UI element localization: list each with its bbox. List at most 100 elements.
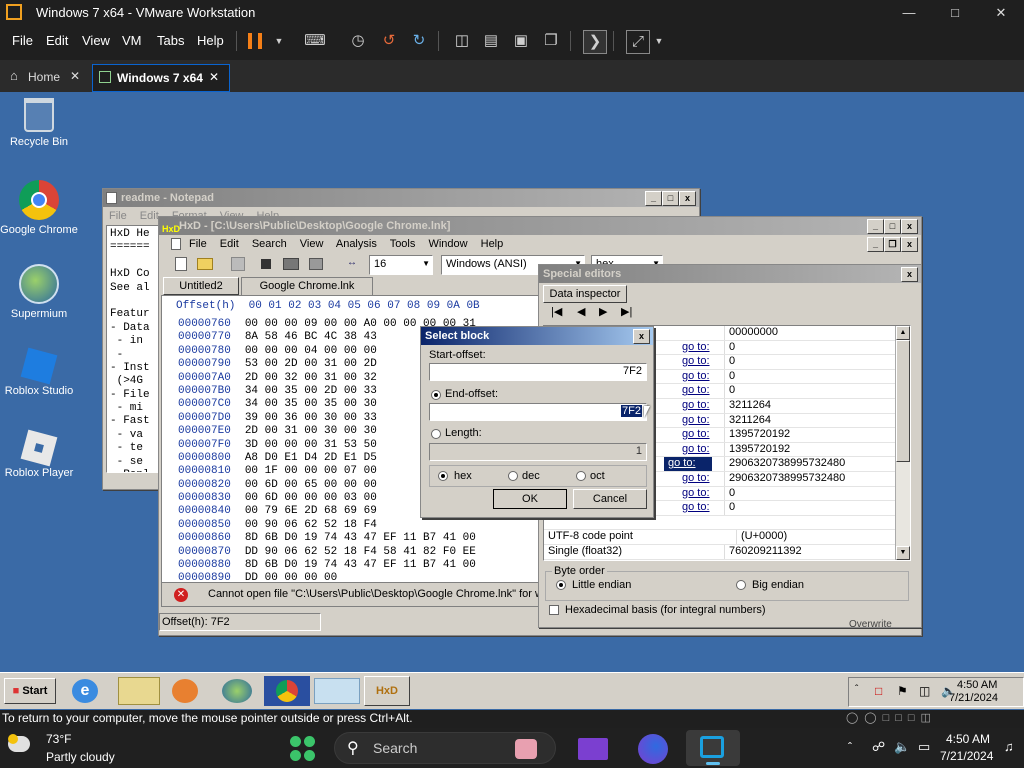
goto-link[interactable]: go to: [682, 399, 710, 413]
next-icon[interactable]: ▶ [599, 305, 607, 318]
mdi-restore-button[interactable]: ❐ [884, 237, 901, 252]
oct-radio[interactable] [576, 471, 586, 481]
network-icon[interactable]: ☍ [872, 739, 885, 755]
little-endian-radio[interactable] [556, 580, 566, 590]
close-button[interactable]: x [901, 267, 918, 282]
menu-vm[interactable]: VM [122, 33, 142, 48]
tab-untitled2[interactable]: Untitled2 [163, 277, 239, 295]
stop-icon[interactable] [261, 259, 271, 269]
stretch-icon[interactable]: ⤢ [626, 30, 650, 54]
flag-icon[interactable]: ⚑ [897, 684, 908, 698]
menu-view[interactable]: View [82, 33, 110, 48]
menu-edit[interactable]: Edit [220, 238, 239, 250]
tray-chevron-icon[interactable]: ˆ [848, 740, 852, 754]
previous-icon[interactable]: ◀ [577, 305, 585, 318]
goto-link[interactable]: go to: [682, 370, 710, 384]
pause-icon[interactable] [248, 33, 262, 49]
file-explorer-icon[interactable] [578, 738, 608, 760]
goto-link[interactable]: go to: [682, 341, 710, 355]
vmware-taskbar-icon[interactable] [686, 730, 740, 766]
goto-link[interactable]: go to: [682, 487, 710, 501]
snapshot-manager-icon[interactable]: ↻ [408, 30, 430, 52]
desktop-icon-chrome[interactable]: Google Chrome [0, 180, 78, 236]
goto-link[interactable]: go to: [682, 384, 710, 398]
length-input[interactable]: 1 [429, 443, 647, 461]
close-button[interactable]: x [633, 329, 650, 344]
unity-icon[interactable]: ❐ [540, 30, 562, 52]
menu-file[interactable]: File [12, 33, 33, 48]
dec-radio[interactable] [508, 471, 518, 481]
last-icon[interactable]: ▶| [621, 305, 632, 318]
big-endian-radio[interactable] [736, 580, 746, 590]
cancel-button[interactable]: Cancel [573, 489, 647, 509]
weather-widget[interactable]: 73°F Partly cloudy [6, 730, 126, 766]
menu-analysis[interactable]: Analysis [336, 238, 377, 250]
hex-basis-checkbox[interactable] [549, 605, 559, 615]
close-icon[interactable]: ✕ [209, 70, 219, 84]
firefox-icon[interactable] [638, 734, 668, 764]
ie-icon[interactable]: e [72, 679, 98, 703]
mdi-close-button[interactable]: x [901, 237, 918, 252]
hex-row[interactable]: 00000850 00 90 06 62 52 18 F4 [178, 519, 538, 532]
hex-row[interactable]: 00000880 8D 6B D0 19 74 43 47 EF 11 B7 41… [178, 559, 538, 572]
maximize-button[interactable]: □ [932, 0, 978, 25]
close-icon[interactable]: ✕ [70, 69, 80, 83]
thumbnail-icon[interactable]: ▤ [480, 30, 502, 52]
desktop-icon-roblox-player[interactable]: Roblox Player [0, 428, 78, 479]
goto-link[interactable]: go to: [682, 443, 710, 457]
goto-link[interactable]: go to: [682, 355, 710, 369]
end-offset-radio[interactable] [431, 390, 441, 400]
menu-file[interactable]: File [109, 210, 127, 222]
notepad-taskbar-icon[interactable] [314, 678, 360, 704]
revert-snapshot-icon[interactable]: ↺ [378, 30, 400, 52]
snapshot-icon[interactable]: ◷ [347, 30, 369, 52]
minimize-button[interactable]: — [886, 0, 932, 25]
close-button[interactable]: x [901, 219, 918, 234]
hex-row[interactable]: 00000870 DD 90 06 62 52 18 F4 58 41 82 F0… [178, 546, 538, 559]
chevron-down-icon[interactable]: ▼ [648, 30, 670, 52]
desktop-icon-recycle-bin[interactable]: Recycle Bin [0, 98, 78, 148]
scroll-thumb[interactable] [896, 340, 910, 462]
goto-link[interactable]: go to: [664, 457, 712, 471]
tab-google-chrome-lnk[interactable]: Google Chrome.lnk [241, 277, 373, 295]
menu-help[interactable]: Help [197, 33, 224, 48]
goto-link[interactable]: go to: [682, 414, 710, 428]
scroll-down-button[interactable]: ▼ [896, 546, 910, 560]
goto-link[interactable]: go to: [682, 472, 710, 486]
maximize-button[interactable]: □ [884, 219, 901, 234]
search-box[interactable]: ⚲ Search [334, 732, 556, 764]
start-button[interactable]: ■ Start [4, 678, 56, 704]
media-player-icon[interactable] [172, 679, 198, 703]
tray-chevron-icon[interactable]: ˆ [855, 684, 858, 695]
maximize-button[interactable]: □ [662, 191, 679, 206]
console-icon[interactable]: ❯ [583, 30, 607, 54]
volume-icon[interactable]: 🔈 [894, 739, 910, 755]
tab-home[interactable]: ⌂ Home ✕ [4, 64, 88, 90]
minimize-button[interactable]: _ [645, 191, 662, 206]
new-file-icon[interactable] [175, 257, 187, 271]
close-button[interactable]: x [679, 191, 696, 206]
chevron-down-icon[interactable]: ▼ [268, 30, 290, 52]
hxd-taskbar-icon[interactable]: HxD [364, 676, 410, 706]
send-ctrl-alt-del-icon[interactable]: ⌨ [304, 30, 326, 52]
display-icon[interactable]: ◫ [919, 684, 930, 698]
desktop-icon-roblox-studio[interactable]: Roblox Studio [0, 346, 78, 397]
explorer-icon[interactable] [118, 677, 160, 705]
mdi-minimize-button[interactable]: _ [867, 237, 884, 252]
menu-edit[interactable]: Edit [46, 33, 68, 48]
supermium-taskbar-icon[interactable] [222, 679, 252, 703]
menu-view[interactable]: View [300, 238, 324, 250]
desktop-icon-supermium[interactable]: Supermium [0, 264, 78, 320]
start-offset-input[interactable]: 7F2 [429, 363, 647, 381]
library-icon[interactable]: ◫ [451, 30, 473, 52]
bytes-per-row-select[interactable]: 16 ▼ [369, 255, 433, 275]
notifications-icon[interactable]: ♫ [1004, 739, 1014, 754]
menu-tools[interactable]: Tools [390, 238, 416, 250]
device-status-icons[interactable]: ◯◯□□□◫ [846, 711, 937, 724]
ram-icon[interactable] [283, 258, 299, 270]
close-button[interactable]: ✕ [978, 0, 1024, 25]
menu-window[interactable]: Window [428, 238, 467, 250]
battery-icon[interactable]: ▭ [918, 739, 930, 755]
inspector-row[interactable]: UTF-8 code point (U+0000) [544, 530, 910, 545]
hex-row[interactable]: 00000860 8D 6B D0 19 74 43 47 EF 11 B7 41… [178, 532, 538, 545]
